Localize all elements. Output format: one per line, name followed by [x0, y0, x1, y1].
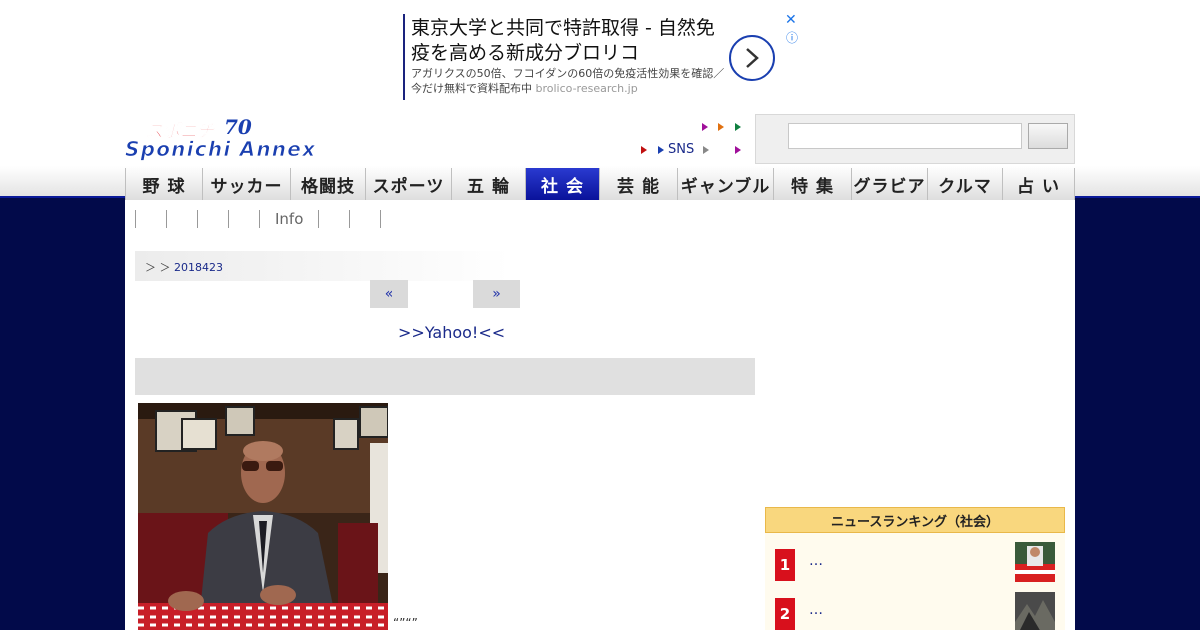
nav-item-martial-arts[interactable]: 格闘技: [290, 168, 365, 200]
green-arrow-icon[interactable]: [735, 123, 741, 131]
photo-caption: “”“”: [393, 616, 418, 630]
next-page-button[interactable]: »: [473, 280, 520, 308]
separator: [349, 210, 351, 228]
ad-title[interactable]: 東京大学と共同で特許取得 - 自然免疫を高める新成分ブロリコ: [411, 16, 721, 66]
ad-banner[interactable]: 東京大学と共同で特許取得 - 自然免疫を高める新成分ブロリコ アガリクスの50倍…: [403, 12, 800, 100]
purple-arrow-icon[interactable]: [735, 146, 741, 154]
search-area: [755, 114, 1075, 164]
separator: [259, 210, 260, 228]
header-links: SNS: [640, 118, 750, 162]
nav-item-sports[interactable]: スポーツ: [365, 168, 451, 200]
logo-wordmark: Sponichi Annex: [125, 137, 316, 161]
separator: [318, 210, 320, 228]
article-title-bar: [135, 358, 755, 395]
search-button[interactable]: [1028, 123, 1068, 149]
sub-nav-info[interactable]: Info: [275, 210, 303, 228]
nav-item-gravure[interactable]: グラビア: [851, 168, 927, 200]
nav-item-entertainment[interactable]: 芸 能: [599, 168, 677, 200]
nav-item-society[interactable]: 社 会: [525, 168, 599, 200]
rank-number: 1: [775, 549, 795, 581]
prev-page-button[interactable]: «: [370, 280, 408, 308]
nav-item-fortune[interactable]: 占 い: [1002, 168, 1075, 200]
ad-description[interactable]: アガリクスの50倍、フコイダンの60倍の免疫活性効果を確認／今だけ無料で資料配布…: [411, 66, 731, 96]
ranking-list: 1 … 2 …: [765, 533, 1065, 630]
nav-item-gamble[interactable]: ギャンブル: [677, 168, 773, 200]
ranking-thumbnail[interactable]: [1015, 592, 1055, 630]
blue-arrow-icon[interactable]: [658, 146, 664, 154]
sub-nav: Info: [135, 208, 396, 230]
separator: [380, 210, 382, 228]
yahoo-link[interactable]: >>Yahoo!<<: [398, 323, 505, 342]
ranking-thumbnail[interactable]: [1015, 542, 1055, 582]
sns-link[interactable]: SNS: [668, 142, 694, 157]
article-photo[interactable]: [138, 403, 388, 630]
info-icon[interactable]: ⓘ: [786, 29, 798, 46]
nav-item-baseball[interactable]: 野 球: [125, 168, 202, 200]
grey-arrow-icon[interactable]: [703, 146, 709, 154]
separator: [166, 210, 167, 228]
separator: [197, 210, 198, 228]
red-arrow-icon[interactable]: [641, 146, 647, 154]
rank-number: 2: [775, 598, 795, 630]
separator: [228, 210, 229, 228]
ranking-item-link[interactable]: …: [809, 553, 823, 569]
ad-next-button[interactable]: [729, 35, 775, 81]
breadcrumb: ＞ ＞ 2018423: [135, 251, 510, 281]
orange-arrow-icon[interactable]: [718, 123, 724, 131]
nav-item-feature[interactable]: 特 集: [773, 168, 851, 200]
ranking-header: ニュースランキング（社会）: [765, 507, 1065, 533]
chevron-right-icon: [746, 48, 759, 68]
main-nav: 野 球 サッカー 格闘技 スポーツ 五 輪 社 会 芸 能 ギャンブル 特 集 …: [125, 168, 1075, 200]
logo-anniversary-number: 70: [224, 115, 252, 139]
ad-domain: brolico-research.jp: [535, 82, 638, 95]
search-input[interactable]: [788, 123, 1022, 149]
breadcrumb-date-link[interactable]: 2018423: [174, 261, 223, 274]
separator: [135, 210, 136, 228]
nav-item-olympics[interactable]: 五 輪: [451, 168, 525, 200]
pink-arrow-icon[interactable]: [702, 123, 708, 131]
ranking-item-link[interactable]: …: [809, 602, 823, 618]
breadcrumb-prefix: ＞ ＞: [145, 261, 171, 274]
nav-item-soccer[interactable]: サッカー: [202, 168, 290, 200]
close-icon[interactable]: ✕: [785, 12, 797, 28]
nav-item-cars[interactable]: クルマ: [927, 168, 1002, 200]
site-logo[interactable]: スポニチ 70 Sponichi Annex: [124, 112, 319, 164]
